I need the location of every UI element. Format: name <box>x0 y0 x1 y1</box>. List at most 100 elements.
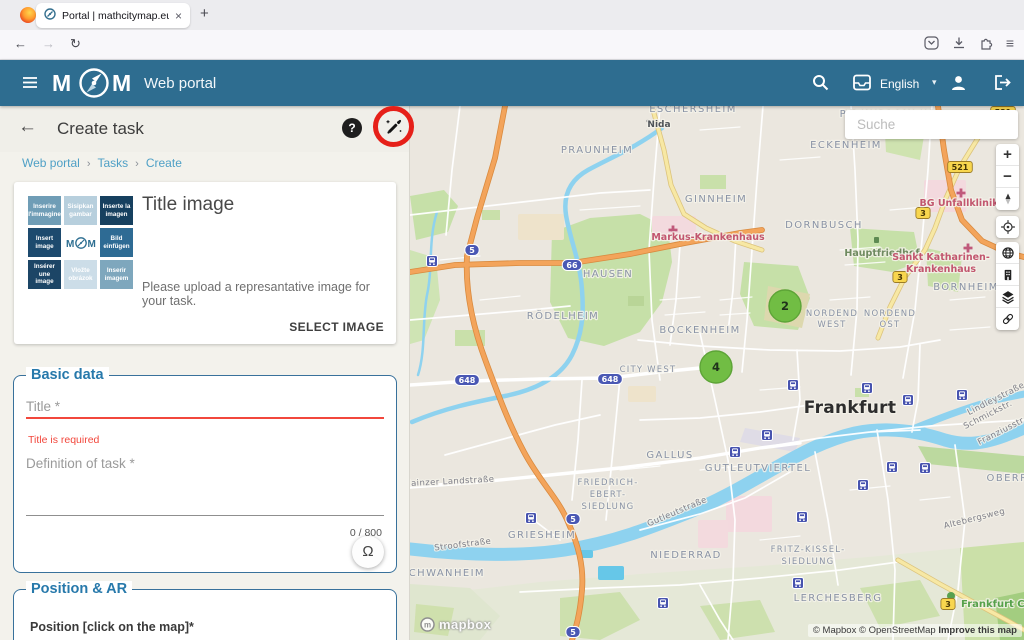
link-button[interactable] <box>996 308 1019 330</box>
map-label: Frankfurt City <box>961 599 1024 610</box>
station-icon <box>862 383 873 394</box>
browser-titlebar: Portal | mathcitymap.eu × + <box>0 0 1024 30</box>
globe-button[interactable] <box>996 242 1019 264</box>
app-menu-icon[interactable] <box>22 76 38 94</box>
svg-text:5: 5 <box>469 246 475 255</box>
breadcrumb-web-portal[interactable]: Web portal <box>22 156 80 170</box>
tab-close-button[interactable]: × <box>175 9 182 23</box>
logout-icon[interactable] <box>993 74 1011 96</box>
svg-text:M: M <box>87 239 95 250</box>
layers-button[interactable] <box>996 286 1019 308</box>
map-label: WEST <box>817 320 846 330</box>
station-icon <box>797 512 808 523</box>
svg-text:5: 5 <box>570 515 576 524</box>
breadcrumb-tasks[interactable]: Tasks <box>97 156 128 170</box>
map-label: FRIEDRICH- <box>577 478 638 488</box>
zoom-in-button[interactable]: + <box>996 144 1019 166</box>
road-shield: 66 <box>562 260 581 271</box>
title-image-tile: Sisipkan gambar <box>64 196 97 225</box>
firefox-icon <box>20 7 36 23</box>
position-label: Position [click on the map]* <box>30 620 194 634</box>
map-zoom-controls: + − <box>996 144 1019 210</box>
svg-text:66: 66 <box>566 261 578 270</box>
new-tab-button[interactable]: + <box>200 5 209 22</box>
browser-tab[interactable]: Portal | mathcitymap.eu × <box>36 3 190 28</box>
basic-data-legend: Basic data <box>26 367 109 383</box>
map-label: DORNBUSCH <box>785 220 863 231</box>
map-tool-controls <box>996 242 1019 330</box>
map-label: LERCHESBERG <box>794 593 883 604</box>
position-ar-fieldset: Position & AR Position [click on the map… <box>13 589 397 640</box>
map-label: Nida <box>647 120 670 130</box>
svg-text:M: M <box>52 70 71 96</box>
map-label: SIEDLUNG <box>582 502 635 512</box>
map-label: SIEDLUNG <box>782 557 835 567</box>
map-label: NORDEND <box>864 309 916 319</box>
svg-text:3: 3 <box>897 273 903 282</box>
title-input[interactable] <box>26 396 384 419</box>
forward-nav-icon[interactable]: → <box>42 36 55 51</box>
map-search-input[interactable] <box>845 110 1018 139</box>
road-shield: 648 <box>455 375 480 386</box>
title-image-tile: Inserte la imagen <box>100 196 133 225</box>
station-icon <box>887 462 898 473</box>
pocket-icon[interactable] <box>924 36 939 50</box>
extensions-puzzle-icon[interactable] <box>979 36 993 50</box>
geolocate-control <box>996 216 1019 238</box>
svg-text:521: 521 <box>952 163 969 172</box>
map-label: Krankenhaus <box>906 264 976 275</box>
geolocate-button[interactable] <box>996 216 1019 238</box>
help-button[interactable]: ? <box>342 118 362 138</box>
svg-text:4: 4 <box>712 360 720 374</box>
chevron-down-icon[interactable]: ▾ <box>932 77 937 88</box>
map-label: NORDEND <box>806 309 858 319</box>
create-task-panel: ← Create task ? Web portal›Tasks›Create … <box>0 106 410 640</box>
title-error: Title is required <box>28 434 99 446</box>
station-icon <box>762 430 773 441</box>
compass-button[interactable] <box>996 188 1019 210</box>
buildings-button[interactable] <box>996 264 1019 286</box>
basic-data-fieldset: Basic data Title is required 0 / 800 Ω <box>13 375 397 573</box>
browser-menu-icon[interactable]: ≡ <box>1006 35 1014 51</box>
mapbox-logo[interactable]: m mapbox <box>420 617 491 632</box>
improve-map-link[interactable]: Improve this map <box>938 625 1017 636</box>
language-selector[interactable]: English <box>880 77 919 91</box>
select-image-button[interactable]: SELECT IMAGE <box>289 320 384 334</box>
title-image-tile: Bild einfügen <box>100 228 133 257</box>
map-label: BG Unfallklinik <box>919 198 999 209</box>
reload-icon[interactable]: ↻ <box>70 36 81 52</box>
road-shield: 5 <box>566 627 580 638</box>
special-chars-button[interactable]: Ω <box>352 536 384 568</box>
search-icon[interactable] <box>812 74 829 96</box>
inbox-icon[interactable] <box>853 74 871 96</box>
back-nav-icon[interactable]: ← <box>14 36 27 51</box>
definition-textarea[interactable] <box>26 456 384 516</box>
download-icon[interactable] <box>952 36 966 50</box>
site-favicon <box>44 7 56 25</box>
map-label: HAUSEN <box>583 269 633 280</box>
user-icon[interactable] <box>950 74 967 96</box>
app-header: M M Web portal English ▾ <box>0 60 1024 106</box>
map-canvas[interactable]: 52152133356664864855ESCHERSHEIMPREUNGESH… <box>410 106 1024 640</box>
station-icon <box>730 447 741 458</box>
svg-text:M: M <box>112 70 131 96</box>
map-label: Frankfurt <box>804 398 897 418</box>
title-image-heading: Title image <box>142 194 234 216</box>
map-attribution: © Mapbox © OpenStreetMap Improve this ma… <box>808 624 1022 637</box>
title-image-tile: Vložte obrázok <box>64 260 97 289</box>
annotation-circle <box>373 106 414 147</box>
back-button[interactable]: ← <box>18 116 37 138</box>
station-icon <box>793 578 804 589</box>
zoom-out-button[interactable]: − <box>996 166 1019 188</box>
tab-title: Portal | mathcitymap.eu <box>62 10 169 22</box>
cluster-marker[interactable]: 2 <box>769 290 801 322</box>
memorial-icon <box>874 237 879 243</box>
station-icon <box>658 598 669 609</box>
title-image-tile: Insérer une image <box>28 260 61 289</box>
map-label: GALLUS <box>646 450 693 461</box>
mcm-logo: M M Web portal <box>52 66 216 100</box>
breadcrumb-create[interactable]: Create <box>146 156 182 170</box>
road-shield: 3 <box>916 208 930 219</box>
cluster-marker[interactable]: 4 <box>700 351 732 383</box>
station-icon <box>526 513 537 524</box>
